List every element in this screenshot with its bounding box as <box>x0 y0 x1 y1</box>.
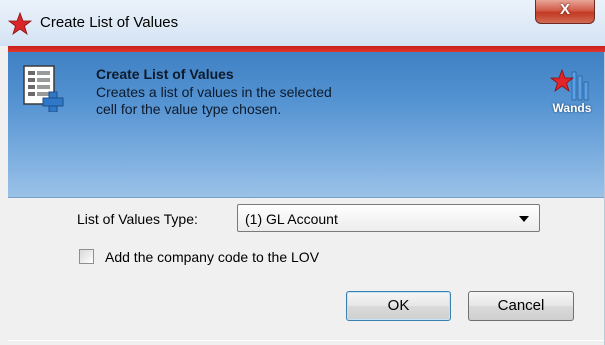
dialog-bottom-edge <box>8 340 604 341</box>
lov-type-label: List of Values Type: <box>77 211 198 227</box>
dialog-header: Create List of Values Creates a list of … <box>8 52 604 198</box>
cancel-button[interactable]: Cancel <box>468 291 574 321</box>
close-icon: X <box>559 1 570 18</box>
company-code-checkbox[interactable] <box>79 249 94 264</box>
lov-type-value: (1) GL Account <box>245 211 338 227</box>
company-code-label[interactable]: Add the company code to the LOV <box>105 249 319 265</box>
header-description: Creates a list of values in the selected… <box>96 84 332 117</box>
brand-logo-text: Wands <box>552 101 592 115</box>
dialog-window: Create List of Values X Create List of V… <box>0 0 605 345</box>
lov-type-dropdown[interactable]: (1) GL Account <box>237 204 540 232</box>
ok-button[interactable]: OK <box>346 291 451 321</box>
document-plus-icon <box>23 65 64 112</box>
chevron-down-icon <box>519 216 529 222</box>
title-bar[interactable]: Create List of Values X <box>0 0 605 46</box>
header-title: Create List of Values <box>96 66 234 82</box>
red-star-icon <box>8 12 32 36</box>
close-button[interactable]: X <box>535 0 595 24</box>
window-title: Create List of Values <box>40 14 179 31</box>
